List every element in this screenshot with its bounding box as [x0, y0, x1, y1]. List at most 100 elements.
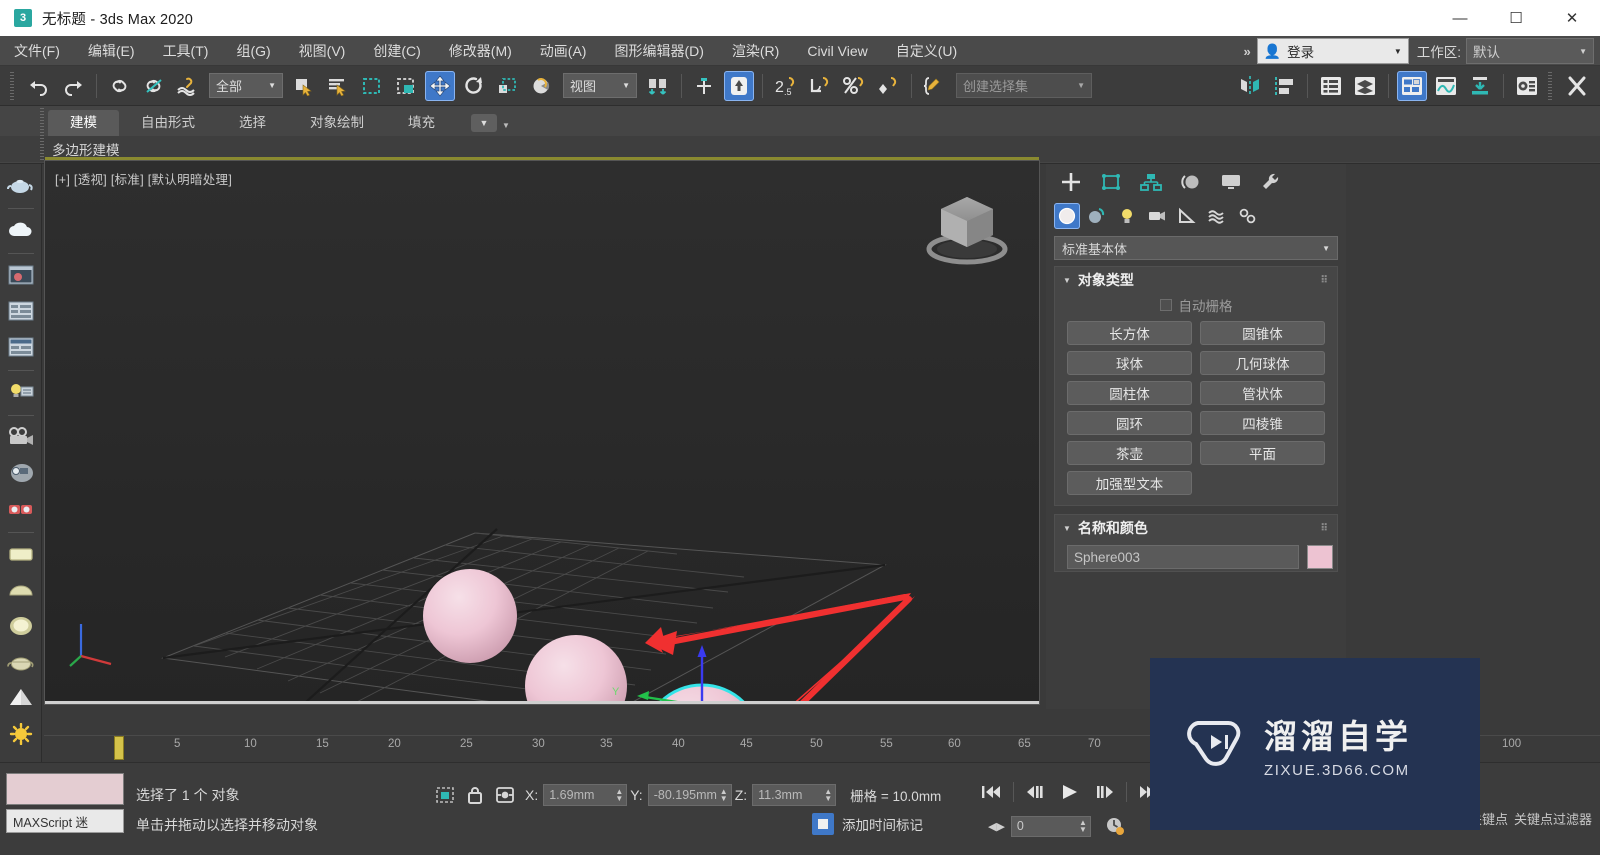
primitive-category-dropdown[interactable]: 标准基本体 ▼	[1054, 236, 1338, 260]
use-center-flyout-icon[interactable]	[527, 71, 557, 101]
window-crossing-toggle-icon[interactable]	[391, 71, 421, 101]
layer-explorer-icon[interactable]	[724, 70, 754, 101]
object-button-geosphere[interactable]: 几何球体	[1200, 351, 1325, 375]
helpers-category-icon[interactable]	[1174, 203, 1200, 229]
motion-tab-icon[interactable]	[1172, 167, 1210, 197]
layer-manager-icon[interactable]	[1350, 71, 1380, 101]
z-coordinate-field[interactable]: 11.3mm ▲ ▼	[752, 784, 837, 806]
viewport-canvas[interactable]: Y X [+] [透视] [标准] [默认明暗处理]	[45, 161, 1039, 704]
cloud-icon[interactable]	[4, 213, 38, 247]
percent-snap-icon[interactable]	[839, 71, 869, 101]
select-and-link-icon[interactable]	[105, 71, 135, 101]
edit-named-selection-icon[interactable]	[920, 71, 950, 101]
menu-edit[interactable]: 编辑(E)	[74, 36, 149, 66]
menu-customize[interactable]: 自定义(U)	[882, 36, 971, 66]
select-and-rotate-icon[interactable]	[459, 71, 489, 101]
frame-step-arrows-icon[interactable]: ◀▶	[988, 820, 1005, 833]
rectangular-selection-region-icon[interactable]	[357, 71, 387, 101]
object-color-swatch[interactable]	[1307, 545, 1333, 569]
minimize-button[interactable]: —	[1432, 0, 1488, 36]
redo-icon[interactable]	[58, 71, 88, 101]
light-setup-icon[interactable]	[4, 375, 38, 409]
scene-explorer-icon[interactable]	[1316, 71, 1346, 101]
absolute-relative-toggle-icon[interactable]	[492, 783, 518, 807]
menu-overflow-icon[interactable]: »	[1238, 44, 1257, 59]
angle-snap-icon[interactable]	[805, 71, 835, 101]
spinner-icon[interactable]: ▲ ▼	[824, 787, 832, 802]
teapot-primitive-icon[interactable]	[4, 645, 38, 679]
menu-civil-view[interactable]: Civil View	[793, 36, 881, 66]
chevron-down-icon[interactable]: ▼	[502, 121, 510, 130]
menu-file[interactable]: 文件(F)	[0, 36, 74, 66]
object-button-tube[interactable]: 管状体	[1200, 381, 1325, 405]
select-object-icon[interactable]	[289, 71, 319, 101]
hierarchy-tab-icon[interactable]	[1132, 167, 1170, 197]
object-button-sphere[interactable]: 球体	[1067, 351, 1192, 375]
lock-selection-icon[interactable]	[462, 783, 488, 807]
name-and-color-header[interactable]: ▼ 名称和颜色 ⠿	[1055, 515, 1337, 541]
selection-lock-region-icon[interactable]	[432, 783, 458, 807]
curve-editor-icon[interactable]	[1431, 71, 1461, 101]
spinner-icon[interactable]: ▲ ▼	[615, 787, 623, 802]
undo-icon[interactable]	[24, 71, 54, 101]
menu-rendering[interactable]: 渲染(R)	[718, 36, 793, 66]
render-setup-icon[interactable]	[1465, 71, 1495, 101]
ribbon-dropdown-icon[interactable]: ▼	[471, 114, 497, 132]
add-time-tag-group[interactable]: 添加时间标记	[812, 813, 923, 835]
menu-graph-editors[interactable]: 图形编辑器(D)	[600, 36, 717, 66]
unlink-selection-icon[interactable]	[139, 71, 169, 101]
maximize-button[interactable]: ☐	[1488, 0, 1544, 36]
render-preview-icon[interactable]	[4, 258, 38, 292]
maxscript-mini-listener[interactable]: MAXScript 迷	[6, 809, 124, 833]
cameras-category-icon[interactable]	[1144, 203, 1170, 229]
dome-primitive-icon[interactable]	[4, 573, 38, 607]
object-button-teapot[interactable]: 茶壶	[1067, 441, 1192, 465]
reference-coordinate-dropdown[interactable]: 视图 ▼	[563, 73, 637, 98]
camera-target-icon[interactable]	[4, 456, 38, 490]
plane-primitive-icon[interactable]	[4, 537, 38, 571]
object-button-plane[interactable]: 平面	[1200, 441, 1325, 465]
display-tab-icon[interactable]	[1212, 167, 1250, 197]
layer-list-icon[interactable]	[4, 330, 38, 364]
named-selection-set-input[interactable]: 创建选择集 ▼	[956, 73, 1092, 98]
time-slider-playhead[interactable]	[114, 736, 124, 760]
ribbon-grip[interactable]	[40, 108, 44, 160]
cone-primitive-icon[interactable]	[4, 681, 38, 715]
utilities-tab-icon[interactable]	[1252, 167, 1290, 197]
menu-create[interactable]: 创建(C)	[359, 36, 434, 66]
close-button[interactable]: ✕	[1544, 0, 1600, 36]
select-and-move-icon[interactable]	[425, 70, 455, 101]
create-tab-icon[interactable]	[1052, 167, 1090, 197]
select-and-scale-icon[interactable]	[493, 71, 523, 101]
current-frame-field[interactable]: 0 ▲ ▼	[1010, 815, 1091, 837]
next-frame-icon[interactable]	[1088, 779, 1120, 805]
ribbon-tab-modeling[interactable]: 建模	[48, 110, 119, 136]
drag-handle-icon[interactable]: ⠿	[1320, 523, 1329, 534]
autogrid-row[interactable]: 自动栅格	[1067, 295, 1325, 315]
ribbon-tab-freeform[interactable]: 自由形式	[119, 110, 217, 136]
login-dropdown[interactable]: 👤 登录 ▼	[1256, 38, 1409, 64]
stereo-camera-icon[interactable]	[4, 492, 38, 526]
bind-to-space-warp-icon[interactable]	[173, 71, 203, 101]
align-icon[interactable]	[690, 71, 720, 101]
spinner-snap-icon[interactable]	[873, 71, 903, 101]
mirror-geometry-icon[interactable]	[1235, 71, 1265, 101]
autogrid-checkbox[interactable]	[1159, 299, 1172, 311]
perspective-viewport[interactable]: Y X [+] [透视] [标准] [默认明暗处理]	[44, 157, 1040, 705]
menu-views[interactable]: 视图(V)	[285, 36, 360, 66]
goto-start-icon[interactable]	[975, 779, 1007, 805]
maxscript-color-swatch[interactable]	[6, 773, 124, 805]
object-button-torus[interactable]: 圆环	[1067, 411, 1192, 435]
modify-tab-icon[interactable]	[1092, 167, 1130, 197]
spinner-icon[interactable]: ▲ ▼	[720, 787, 728, 802]
mirror-icon[interactable]	[643, 71, 673, 101]
previous-frame-icon[interactable]	[1020, 779, 1052, 805]
space-warps-category-icon[interactable]	[1204, 203, 1230, 229]
teapot-object-icon[interactable]	[4, 168, 38, 202]
view-cube-icon[interactable]	[921, 183, 1013, 275]
object-button-box[interactable]: 长方体	[1067, 321, 1192, 345]
object-button-cone[interactable]: 圆锥体	[1200, 321, 1325, 345]
shapes-category-icon[interactable]	[1084, 203, 1110, 229]
align-objects-icon[interactable]	[1269, 71, 1299, 101]
systems-category-icon[interactable]	[1234, 203, 1260, 229]
